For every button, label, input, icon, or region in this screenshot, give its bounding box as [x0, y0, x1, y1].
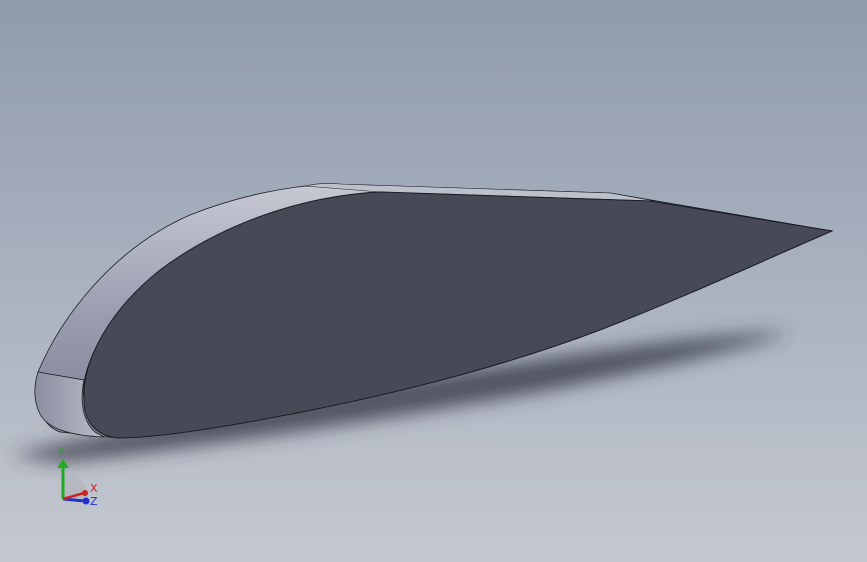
- y-axis-label: Y: [57, 445, 65, 458]
- x-axis-end: [82, 490, 88, 496]
- graphics-viewport[interactable]: Y X Z: [0, 0, 867, 562]
- x-axis-label: X: [90, 482, 98, 495]
- z-axis-label: Z: [90, 495, 98, 508]
- 3d-scene[interactable]: Y X Z: [0, 0, 867, 562]
- z-axis-end: [82, 497, 90, 505]
